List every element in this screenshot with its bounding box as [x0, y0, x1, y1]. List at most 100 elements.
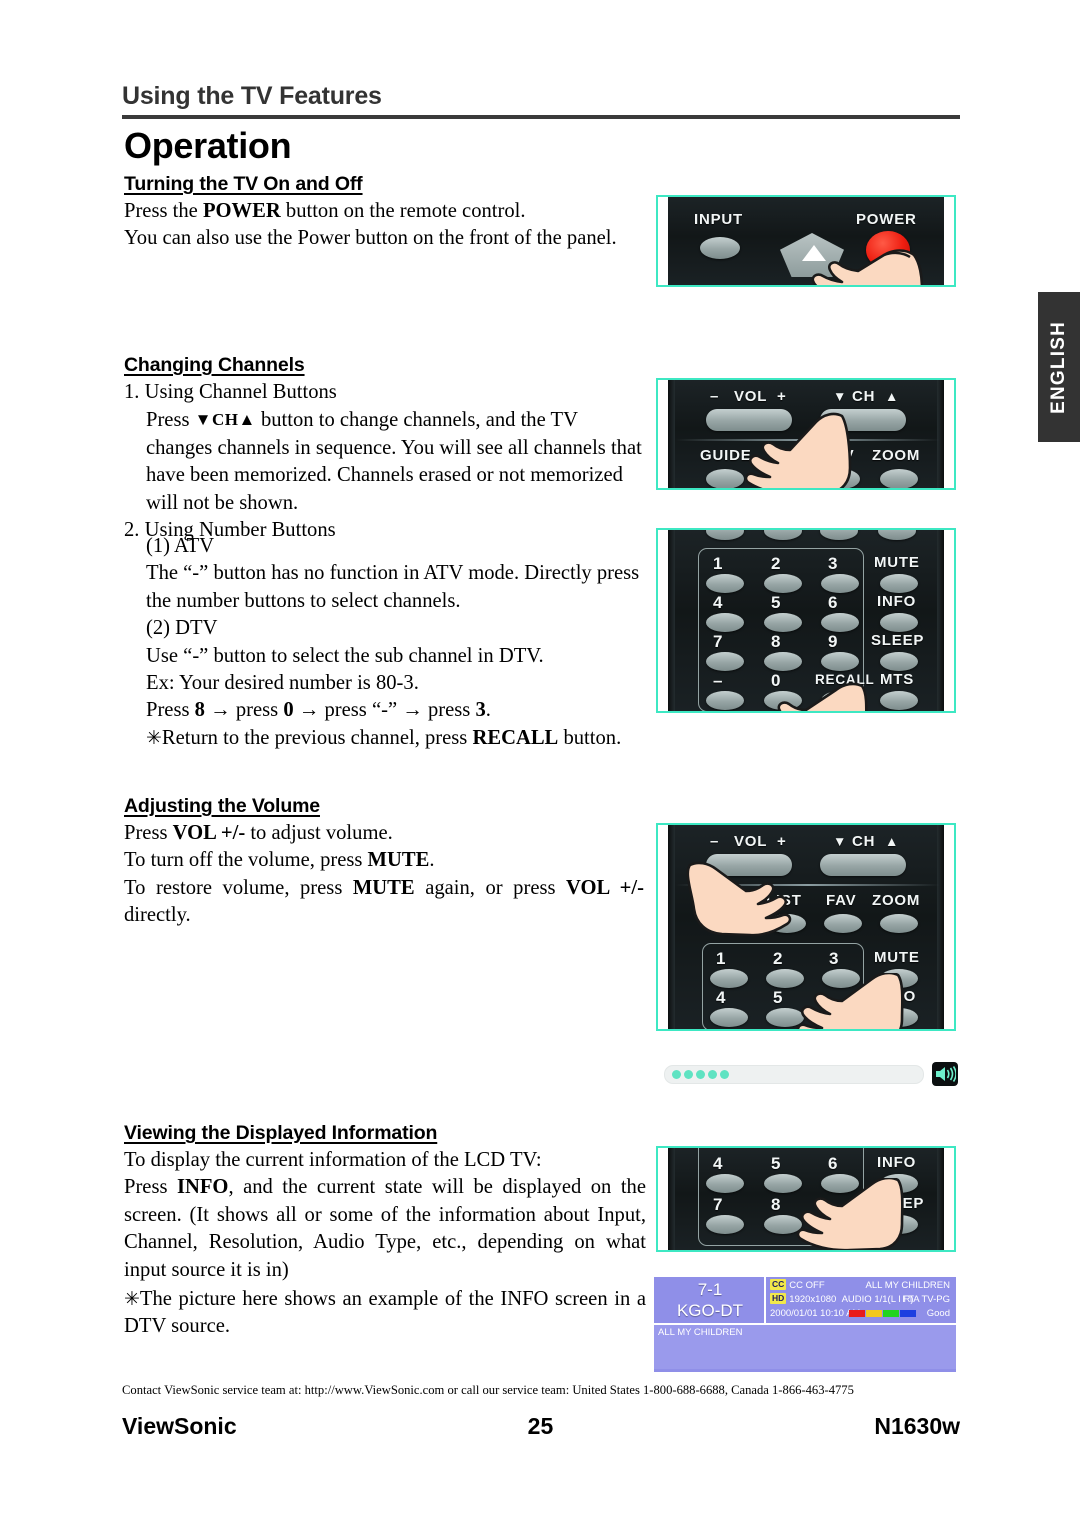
mute-button[interactable] [880, 574, 918, 593]
power-line2: You can also use the Power button on the… [124, 227, 617, 250]
input-button[interactable] [700, 237, 740, 259]
key-9-button[interactable] [821, 652, 859, 671]
guide-button-label: GUIDE [700, 447, 752, 464]
osd-program-title: ALL MY CHILDREN [865, 1280, 950, 1291]
zoom-button-label-2: ZOOM [872, 892, 921, 909]
key-6-label: 6 [828, 593, 838, 612]
osd-row-datetime: 2000/01/01 10:10 AM Good [770, 1307, 952, 1321]
vol-minus-label: – [710, 388, 720, 405]
vol-l3-mute: MUTE [352, 876, 415, 899]
key-1-button-2[interactable] [710, 969, 748, 988]
key-4-label-3: 4 [713, 1154, 723, 1173]
volume-dot-4 [708, 1070, 717, 1079]
remote-panel-power: INPUT POWER [656, 195, 956, 287]
hand-pointer-icon [794, 1178, 912, 1250]
zoom-button-label: ZOOM [872, 447, 921, 464]
key-1-button[interactable] [706, 574, 744, 593]
key-9-label: 9 [828, 632, 838, 651]
ch-label: CH [852, 388, 876, 405]
page-header: Using the TV Features [122, 82, 960, 119]
osd-program-panel: ALL MY CHILDREN [654, 1325, 956, 1369]
footer-row: ViewSonic 25 N1630w [122, 1413, 960, 1440]
vol-plus-label-2: + [777, 833, 787, 850]
sleep-button[interactable] [880, 652, 918, 671]
info-l2-bold: INFO [176, 1176, 229, 1199]
volume-dot-3 [696, 1070, 705, 1079]
volume-dot-2 [684, 1070, 693, 1079]
remote-panel-keypad: 1 2 3 MUTE 4 5 6 INFO 7 8 9 SLEEP – 0 RE… [656, 528, 956, 713]
key-5-button[interactable] [764, 613, 802, 632]
hand-pointer-icon [794, 973, 914, 1029]
volume-dot-5 [720, 1070, 729, 1079]
info-note: The picture here shows an example of the… [124, 1288, 646, 1338]
key-4-button-2[interactable] [710, 1008, 748, 1027]
vol-l2-bold: MUTE [367, 849, 430, 872]
key-dash-button[interactable] [706, 691, 744, 710]
key-2-label-2: 2 [773, 949, 783, 968]
power-line1-bold: POWER [202, 200, 281, 222]
key-5-label-2: 5 [773, 988, 783, 1007]
osd-resolution: 1920x1080 [789, 1294, 837, 1305]
key-3-label-2: 3 [829, 949, 839, 968]
hand-pointer-icon [746, 410, 864, 488]
osd-top-bar: 7-1 KGO-DT CC CC OFF ALL MY CHILDREN HD 19… [654, 1277, 956, 1325]
info-l1: To display the current information of th… [124, 1149, 542, 1171]
key-3-button[interactable] [821, 574, 859, 593]
volume-dot-1 [672, 1070, 681, 1079]
channels-note-recall: RECALL [472, 726, 559, 749]
volume-bar-graphic [656, 1060, 958, 1090]
channels-atv-label: (1) ATV [146, 535, 215, 557]
footer-brand: ViewSonic [122, 1413, 237, 1439]
key-4-label: 4 [713, 593, 723, 612]
key-7-label: 7 [713, 632, 723, 651]
power-line1-c: button on the remote control. [280, 200, 526, 222]
channels-item1-title: 1. Using Channel Buttons [124, 381, 337, 403]
press-seq-1: Press [146, 699, 195, 722]
vol-label: VOL [734, 388, 768, 405]
key-8-label-3: 8 [771, 1195, 781, 1214]
key-6-button[interactable] [821, 613, 859, 632]
osd-row-video: HD 1920x1080 AUDIO 1/1(L I R) FTA TV-PG [770, 1293, 952, 1307]
vol-l1-a: Press [124, 822, 173, 844]
key-4-button-3[interactable] [706, 1174, 744, 1193]
vol-label-2: VOL [734, 833, 768, 850]
ch-rocker-button-2[interactable] [820, 854, 906, 876]
mute-button-label: MUTE [874, 554, 920, 571]
asterisk-icon-2: ✳ [124, 1289, 140, 1311]
guide-button[interactable] [706, 469, 744, 488]
zoom-button-2[interactable] [880, 914, 918, 933]
press-seq-3b: 3 [475, 699, 486, 722]
ch-down-icon-2: ▼ [833, 834, 848, 849]
info-button-label-3: INFO [877, 1154, 917, 1171]
vol-l1-c: to adjust volume. [245, 822, 393, 844]
key-7-button-3[interactable] [706, 1215, 744, 1234]
key-8-button[interactable] [764, 652, 802, 671]
cc-tag-icon: CC [770, 1279, 787, 1290]
footer-page-number: 25 [527, 1413, 554, 1439]
key-4-button[interactable] [706, 613, 744, 632]
section-heading-channels: Changing Channels [124, 354, 305, 376]
zoom-button[interactable] [880, 469, 918, 488]
info-button[interactable] [880, 613, 918, 632]
section-heading-power: Turning the TV On and Off [124, 173, 363, 195]
key-8-label: 8 [771, 632, 781, 651]
vol-plus-label: + [777, 388, 787, 405]
osd-callsign: KGO-DT [676, 1301, 744, 1320]
key-2-button[interactable] [764, 574, 802, 593]
section-heading-volume: Adjusting the Volume [124, 795, 320, 817]
key-4-label-2: 4 [716, 988, 726, 1007]
fav-button-2[interactable] [824, 914, 862, 933]
channels-atv-body: The “-” button has no function in ATV mo… [146, 562, 640, 612]
channels-note-a: Return to the previous channel, press [161, 726, 473, 749]
vol-l3-vol: VOL +/- [566, 876, 644, 899]
language-tab-label: ENGLISH [1048, 320, 1069, 414]
mts-button[interactable] [880, 691, 918, 710]
ch-down-icon: ▼ [833, 389, 848, 404]
key-2-label: 2 [771, 554, 781, 573]
section-body-channels-2: (1) ATV The “-” button has no function i… [146, 533, 646, 752]
channels-dtv-body: Use “-” button to select the sub channel… [146, 644, 544, 667]
osd-cc-text: CC OFF [789, 1280, 825, 1291]
key-7-button[interactable] [706, 652, 744, 671]
key-1-label-2: 1 [716, 949, 726, 968]
channels-example: Ex: Your desired number is 80-3. [146, 672, 419, 695]
